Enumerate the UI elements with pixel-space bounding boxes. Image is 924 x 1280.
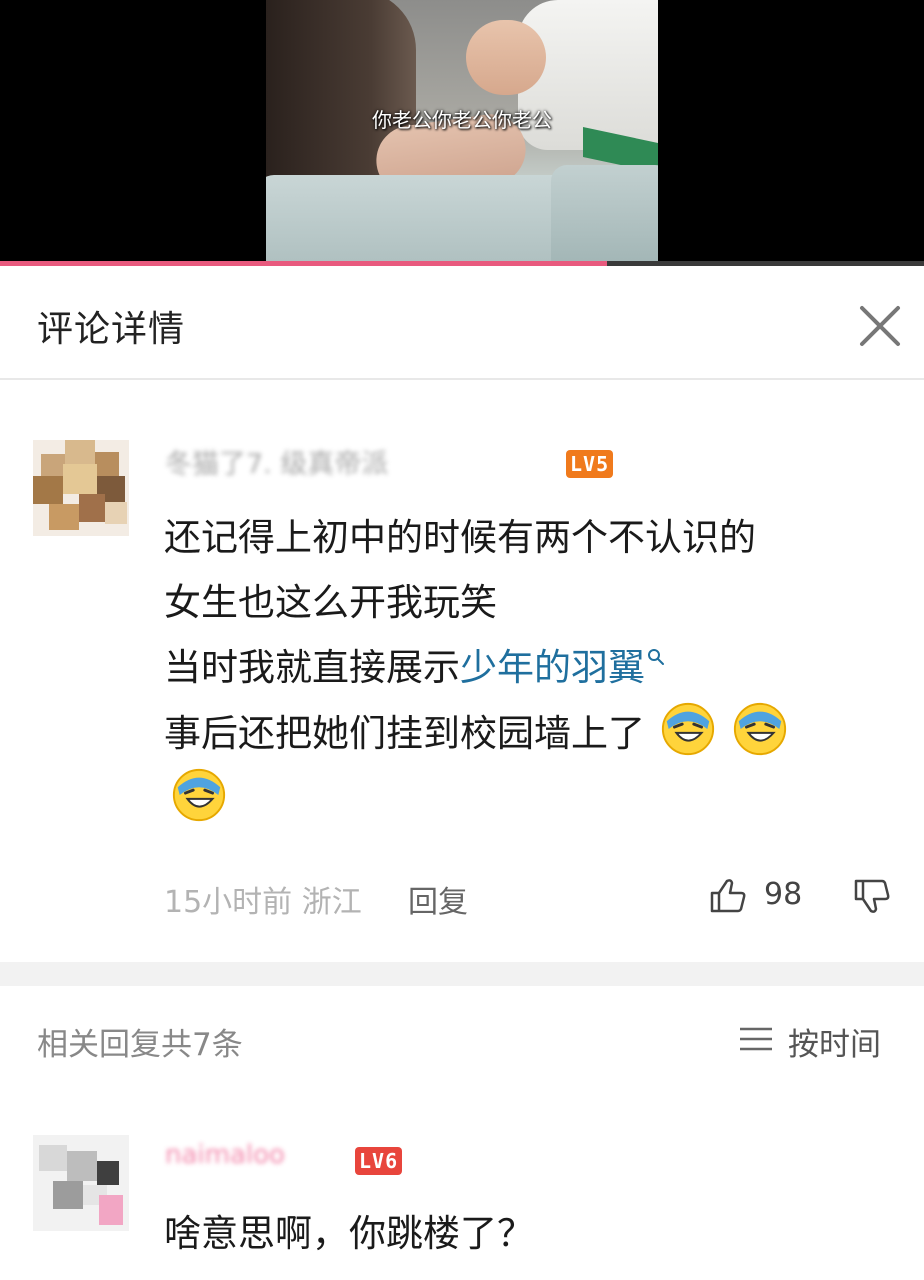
comment-username[interactable]: 冬猫了7. 级真帝派	[165, 442, 388, 481]
close-button[interactable]	[850, 296, 910, 356]
sort-label: 按时间	[788, 1027, 881, 1063]
laughing-tears-emoji-icon	[661, 702, 715, 756]
level-badge: LV5	[566, 450, 614, 478]
comment-time-location: 15小时前 浙江	[164, 877, 362, 921]
replies-count-label: 相关回复共7条	[37, 1027, 243, 1063]
video-player[interactable]: 你老公你老公你老公	[0, 0, 924, 266]
search-icon	[648, 649, 664, 665]
video-frame: 你老公你老公你老公	[266, 0, 658, 265]
laughing-tears-emoji-icon	[172, 768, 226, 822]
thumbs-up-icon	[710, 879, 746, 913]
reply-text[interactable]: 啥意思啊，你跳楼了？	[164, 1203, 534, 1257]
laughing-tears-emoji-icon	[733, 702, 787, 756]
video-subtitle: 你老公你老公你老公	[372, 108, 552, 132]
reply-username[interactable]: naimaloo	[165, 1140, 285, 1170]
reply-avatar[interactable]	[33, 1135, 129, 1231]
comment-line-4-text: 事后还把她们挂到校园墙上了	[164, 712, 645, 755]
reply-button[interactable]: 回复	[408, 877, 468, 921]
thumbs-down-icon	[854, 879, 890, 913]
level-badge: LV6	[355, 1147, 403, 1175]
section-divider	[0, 962, 924, 986]
comment-text[interactable]: 还记得上初中的时候有两个不认识的 女生也这么开我玩笑 当时我就直接展示少年的羽翼…	[164, 505, 884, 832]
comment-line-5	[164, 766, 884, 832]
comment-time: 15小时前	[164, 885, 293, 920]
close-icon	[860, 306, 900, 346]
like-count: 98	[764, 877, 803, 912]
comment-line-3: 当时我就直接展示少年的羽翼	[164, 635, 884, 700]
comment-detail-header: 评论详情	[0, 266, 924, 380]
comment-line-3-prefix: 当时我就直接展示	[164, 646, 460, 689]
dislike-button[interactable]	[850, 875, 894, 919]
menu-lines-icon	[740, 1027, 772, 1051]
comment-meta: 15小时前 浙江 回复 98	[164, 875, 894, 920]
search-keyword-link[interactable]: 少年的羽翼	[460, 646, 645, 689]
comment-line-1: 还记得上初中的时候有两个不认识的	[164, 516, 756, 559]
avatar[interactable]	[33, 440, 129, 536]
video-scene-hand	[466, 20, 546, 95]
comment-line-2: 女生也这么开我玩笑	[164, 581, 497, 624]
like-button[interactable]	[706, 873, 750, 917]
video-scene-seat-back	[551, 165, 658, 265]
comment-line-4: 事后还把她们挂到校园墙上了	[164, 700, 884, 766]
page-title: 评论详情	[37, 309, 186, 350]
comment-location: 浙江	[301, 885, 362, 920]
